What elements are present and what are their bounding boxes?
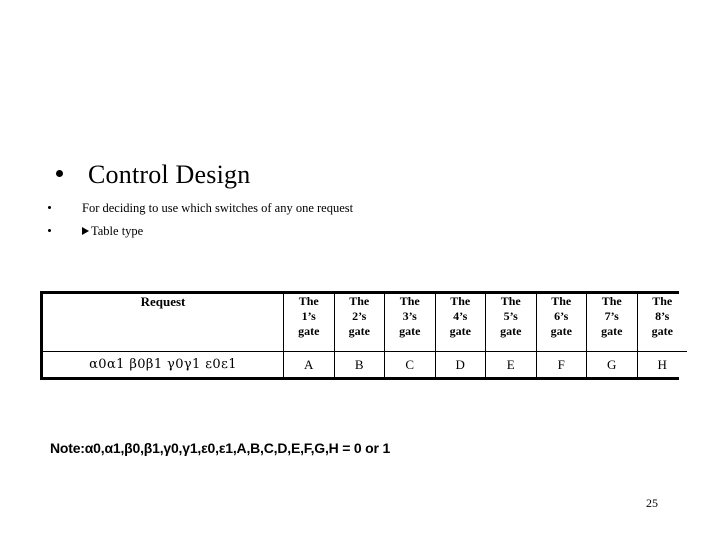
gate-table: Request The 1’s gate The 2’s gate The 3’… [40, 291, 687, 380]
column-header-gate-5: The 5’s gate [485, 294, 537, 352]
column-header-request: Request [43, 294, 284, 352]
header-line-3: gate [651, 324, 673, 338]
header-line-2: 4’s [453, 309, 468, 323]
header-line-2: 5’s [503, 309, 518, 323]
header-line-1: The [450, 294, 471, 308]
bullet-dot-icon [56, 170, 63, 177]
header-line-1: The [601, 294, 622, 308]
column-header-gate-2: The 2’s gate [333, 294, 385, 352]
cell-gate-6: F [535, 351, 587, 377]
cell-gate-4: D [434, 351, 486, 377]
column-header-gate-7: The 7’s gate [586, 294, 638, 352]
header-line-3: gate [601, 324, 623, 338]
list-item: For deciding to use which switches of an… [48, 200, 353, 216]
slide-title-row: Control Design [56, 160, 250, 190]
triangle-right-icon [82, 227, 89, 235]
header-line-1: The [500, 294, 521, 308]
header-line-2: 2’s [352, 309, 367, 323]
header-line-3: gate [550, 324, 572, 338]
list-item: Table type [48, 223, 143, 239]
header-line-2: 8’s [655, 309, 670, 323]
header-line-3: gate [348, 324, 370, 338]
header-line-1: The [349, 294, 370, 308]
cell-gate-3: C [384, 351, 436, 377]
bullet-dot-icon [48, 206, 51, 209]
cell-gate-2: B [333, 351, 385, 377]
slide-canvas: Control Design For deciding to use which… [0, 0, 720, 540]
page-title: Control Design [88, 160, 251, 189]
header-line-3: gate [298, 324, 320, 338]
header-line-3: gate [500, 324, 522, 338]
header-line-3: gate [399, 324, 421, 338]
cell-request: α0α1 β0β1 γ0γ1 ε0ε1 [43, 351, 284, 377]
column-header-gate-4: The 4’s gate [434, 294, 486, 352]
list-item-label: Table type [91, 224, 144, 238]
header-line-2: 6’s [554, 309, 569, 323]
column-header-gate-3: The 3’s gate [384, 294, 436, 352]
column-header-gate-8: The 8’s gate [636, 294, 687, 352]
bullet-dot-icon [48, 229, 51, 232]
page-number: 25 [646, 496, 658, 510]
header-line-1: The [399, 294, 420, 308]
header-line-2: 7’s [604, 309, 619, 323]
header-line-2: 3’s [402, 309, 417, 323]
header-line-2: 1’s [301, 309, 316, 323]
list-item-label: For deciding to use which switches of an… [82, 201, 354, 215]
cell-gate-1: A [283, 351, 335, 377]
header-line-1: The [652, 294, 673, 308]
table-row: α0α1 β0β1 γ0γ1 ε0ε1 A B C D E F G H [43, 351, 687, 377]
cell-gate-7: G [586, 351, 638, 377]
cell-gate-8: H [636, 351, 687, 377]
column-header-gate-6: The 6’s gate [535, 294, 587, 352]
table-header-row: Request The 1’s gate The 2’s gate The 3’… [43, 294, 687, 352]
header-line-3: gate [449, 324, 471, 338]
header-line-1: The [551, 294, 572, 308]
cell-gate-5: E [485, 351, 537, 377]
note-text: Note:α0,α1,β0,β1,γ0,γ1,ε0,ε1,A,B,C,D,E,F… [50, 440, 391, 456]
header-line-1: The [298, 294, 319, 308]
column-header-gate-1: The 1’s gate [283, 294, 335, 352]
